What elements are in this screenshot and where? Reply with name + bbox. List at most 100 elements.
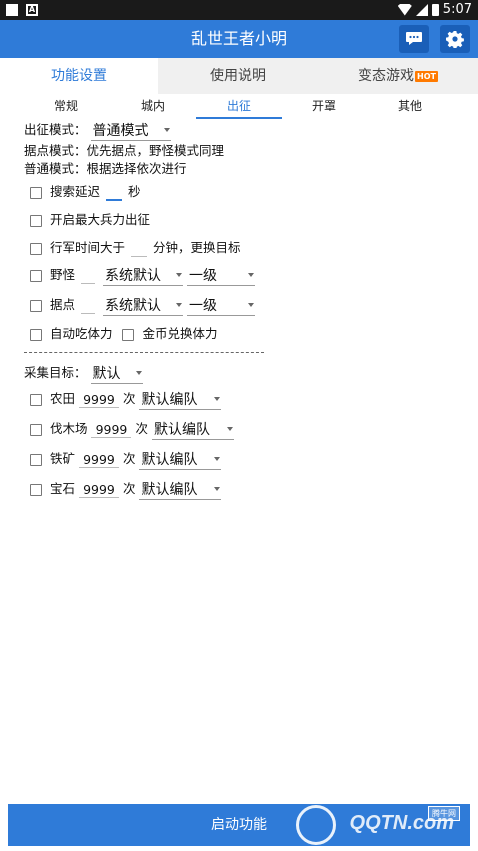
gather-item-label: 伐木场	[49, 421, 88, 436]
gather-team-select[interactable]: 默认编队	[139, 449, 222, 470]
chevron-down-icon	[214, 397, 221, 401]
gather-times-unit: 次	[122, 481, 136, 496]
gather-target-select[interactable]: 默认	[90, 363, 143, 384]
chevron-down-icon	[214, 457, 221, 461]
gather-count-input[interactable]: 9999	[78, 482, 119, 498]
watermark-logo-icon	[296, 805, 336, 845]
gather-item-row: 宝石 9999 次 默认编队	[30, 478, 478, 500]
hot-badge: HOT	[415, 70, 438, 82]
tab-function-settings[interactable]: 功能设置	[0, 58, 158, 94]
tab-instructions[interactable]: 使用说明	[158, 58, 318, 94]
stamina-row: 自动吃体力 金币兑换体力	[30, 323, 478, 342]
gather-count-input[interactable]: 9999	[78, 452, 119, 468]
chevron-down-icon	[247, 273, 254, 277]
signal-icon	[415, 3, 428, 16]
monster-level-value: 一级	[188, 268, 217, 284]
app-notification-icon: A	[26, 4, 38, 16]
status-time: 5:07	[442, 2, 472, 17]
gather-item-row: 铁矿 9999 次 默认编队	[30, 448, 478, 470]
gather-team-value: 默认编队	[141, 392, 198, 408]
chevron-down-icon	[226, 427, 233, 431]
gather-item-checkbox[interactable]	[30, 423, 42, 436]
search-delay-row: 搜索延迟 秒	[30, 181, 478, 201]
battery-icon	[431, 3, 439, 16]
gather-item-row: 伐木场 9999 次 默认编队	[30, 418, 478, 440]
max-troops-label: 开启最大兵力出征	[49, 212, 150, 227]
outpost-level-select[interactable]: 一级	[186, 295, 255, 316]
main-tabs: 功能设置 使用说明 变态游戏 HOT	[0, 58, 478, 94]
search-delay-label: 搜索延迟	[49, 184, 100, 199]
monster-type-value: 系统默认	[104, 268, 161, 284]
gather-team-select[interactable]: 默认编队	[151, 419, 234, 440]
monster-checkbox[interactable]	[30, 269, 42, 282]
section-divider	[24, 352, 264, 353]
gather-item-label: 宝石	[49, 481, 75, 496]
search-delay-unit: 秒	[127, 184, 141, 199]
gather-team-value: 默认编队	[153, 422, 210, 438]
outpost-label: 据点	[49, 297, 75, 312]
chevron-down-icon	[214, 487, 221, 491]
coin-stamina-checkbox[interactable]	[122, 328, 135, 341]
subtab-shield[interactable]: 开罩	[284, 96, 364, 116]
subtab-expedition[interactable]: 出征	[199, 96, 279, 116]
gather-team-select[interactable]: 默认编队	[139, 389, 222, 410]
monster-row: 野怪 系统默认 一级	[30, 264, 478, 286]
coin-stamina-label: 金币兑换体力	[142, 326, 218, 341]
expedition-mode-label: 出征模式：	[24, 122, 87, 137]
outpost-mode-desc: 据点模式：优先据点，野怪模式同理	[24, 143, 225, 158]
gather-item-label: 铁矿	[49, 451, 75, 466]
search-delay-checkbox[interactable]	[30, 186, 42, 199]
monster-level-select[interactable]: 一级	[186, 265, 255, 286]
march-time-checkbox[interactable]	[30, 242, 42, 255]
outpost-type-value: 系统默认	[104, 298, 161, 314]
chevron-down-icon	[135, 371, 142, 375]
gather-team-value: 默认编队	[141, 452, 198, 468]
march-time-label: 行军时间大于	[49, 240, 125, 255]
monster-input[interactable]	[80, 268, 95, 284]
status-bar: A 5:07	[0, 0, 478, 20]
expedition-mode-value: 普通模式	[92, 123, 149, 139]
wifi-icon	[397, 3, 412, 16]
gather-item-checkbox[interactable]	[30, 453, 42, 466]
outpost-type-select[interactable]: 系统默认	[102, 295, 183, 316]
auto-stamina-label: 自动吃体力	[49, 326, 113, 341]
gear-icon	[446, 31, 464, 48]
subtab-city[interactable]: 城内	[113, 96, 193, 116]
subtab-general[interactable]: 常规	[26, 96, 106, 116]
start-function-button[interactable]: 启动功能 QQTN.com 腾牛网	[8, 804, 470, 846]
gather-team-select[interactable]: 默认编队	[139, 479, 222, 500]
chat-button[interactable]	[399, 25, 429, 53]
max-troops-checkbox[interactable]	[30, 214, 42, 227]
app-bar: 乱世王者小明	[0, 20, 478, 58]
chat-icon	[406, 32, 422, 45]
gather-item-checkbox[interactable]	[30, 483, 42, 496]
outpost-input[interactable]	[80, 298, 95, 314]
gather-target-value: 默认	[92, 366, 121, 382]
outpost-row: 据点 系统默认 一级	[30, 294, 478, 316]
search-delay-input[interactable]	[105, 185, 122, 201]
gather-count-input[interactable]: 9999	[78, 392, 119, 408]
notification-icon	[6, 4, 18, 16]
expedition-mode-select[interactable]: 普通模式	[90, 120, 171, 141]
auto-stamina-checkbox[interactable]	[30, 328, 42, 341]
tab-label: 功能设置	[51, 68, 107, 84]
march-time-suffix: 分钟，更换目标	[152, 240, 241, 255]
outpost-checkbox[interactable]	[30, 299, 42, 312]
tab-label: 变态游戏	[358, 68, 415, 84]
gather-team-value: 默认编队	[141, 482, 198, 498]
subtab-other[interactable]: 其他	[370, 96, 450, 116]
march-time-input[interactable]	[130, 241, 147, 257]
monster-label: 野怪	[49, 267, 75, 282]
gather-target-label: 采集目标：	[24, 365, 87, 380]
gather-times-unit: 次	[122, 451, 136, 466]
gather-count-input[interactable]: 9999	[91, 422, 132, 438]
tab-modded-games[interactable]: 变态游戏 HOT	[318, 58, 478, 94]
monster-type-select[interactable]: 系统默认	[102, 265, 183, 286]
gather-item-checkbox[interactable]	[30, 393, 42, 406]
settings-button[interactable]	[440, 25, 470, 53]
gather-times-unit: 次	[135, 421, 148, 436]
sub-tabs: 常规 城内 出征 开罩 其他	[0, 96, 478, 118]
normal-mode-desc: 普通模式：根据选择依次进行	[24, 161, 187, 176]
gather-target-row: 采集目标： 默认	[24, 362, 478, 384]
chevron-down-icon	[175, 303, 182, 307]
